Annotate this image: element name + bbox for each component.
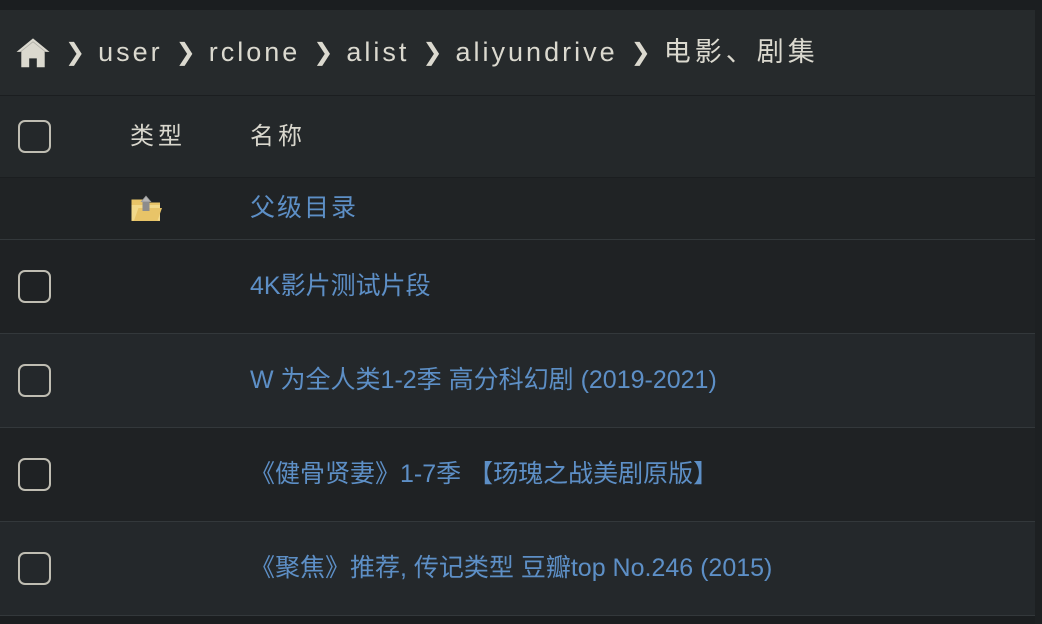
- table-header-row: 类型 名称: [0, 96, 1042, 178]
- folder-up-icon[interactable]: [130, 194, 162, 224]
- breadcrumb-separator-3: ❯: [422, 38, 443, 66]
- breadcrumb-separator-4: ❯: [630, 38, 651, 66]
- select-all-cell: [0, 120, 130, 153]
- row-check-cell: [0, 270, 130, 303]
- column-header-name: 名称: [250, 122, 306, 150]
- parent-row-type-cell: [130, 194, 250, 224]
- vertical-scrollbar[interactable]: [1035, 10, 1042, 624]
- row-checkbox[interactable]: [18, 458, 51, 491]
- row-checkbox[interactable]: [18, 364, 51, 397]
- row-check-cell: [0, 552, 130, 585]
- row-name-cell: 4K影片测试片段: [250, 272, 1036, 301]
- row-checkbox[interactable]: [18, 270, 51, 303]
- breadcrumb-item-rclone[interactable]: rclone: [207, 39, 303, 66]
- parent-directory-link[interactable]: 父级目录: [250, 194, 358, 223]
- table-row[interactable]: W 为全人类1-2季 高分科幻剧 (2019-2021): [0, 334, 1042, 428]
- row-name-cell: W 为全人类1-2季 高分科幻剧 (2019-2021): [250, 366, 1036, 395]
- file-name-link[interactable]: 《健骨贤妻》1-7季 【玚瑰之战美剧原版】: [250, 460, 718, 489]
- type-header-cell: 类型: [130, 122, 250, 150]
- breadcrumb: ❯ user ❯ rclone ❯ alist ❯ aliyundrive ❯ …: [0, 10, 1042, 96]
- top-strip: [0, 0, 1042, 10]
- table-row[interactable]: 《聚焦》推荐, 传记类型 豆瓣top No.246 (2015): [0, 522, 1042, 616]
- row-checkbox[interactable]: [18, 552, 51, 585]
- file-name-link[interactable]: 4K影片测试片段: [250, 272, 431, 301]
- parent-directory-row[interactable]: 父级目录: [0, 178, 1042, 240]
- column-header-type: 类型: [130, 122, 186, 150]
- file-browser-page: ❯ user ❯ rclone ❯ alist ❯ aliyundrive ❯ …: [0, 0, 1042, 624]
- table-row[interactable]: 《健骨贤妻》1-7季 【玚瑰之战美剧原版】: [0, 428, 1042, 522]
- row-name-cell: 《聚焦》推荐, 传记类型 豆瓣top No.246 (2015): [250, 554, 1036, 583]
- breadcrumb-separator-1: ❯: [175, 38, 196, 66]
- table-row[interactable]: 4K影片测试片段: [0, 240, 1042, 334]
- home-icon[interactable]: [14, 34, 52, 72]
- file-name-link[interactable]: 《聚焦》推荐, 传记类型 豆瓣top No.246 (2015): [250, 554, 772, 583]
- row-check-cell: [0, 458, 130, 491]
- select-all-checkbox[interactable]: [18, 120, 51, 153]
- breadcrumb-item-user[interactable]: user: [96, 39, 165, 66]
- breadcrumb-item-alist[interactable]: alist: [344, 39, 411, 66]
- row-check-cell: [0, 364, 130, 397]
- breadcrumb-item-aliyundrive[interactable]: aliyundrive: [454, 39, 620, 66]
- file-list-table: 类型 名称 父级目录 4K影片测试片段 W 为全人类1-2季 高分科幻剧 (20…: [0, 96, 1042, 616]
- parent-row-name-cell: 父级目录: [250, 194, 1036, 223]
- file-name-link[interactable]: W 为全人类1-2季 高分科幻剧 (2019-2021): [250, 366, 717, 395]
- breadcrumb-separator-0: ❯: [65, 38, 86, 66]
- row-name-cell: 《健骨贤妻》1-7季 【玚瑰之战美剧原版】: [250, 460, 1036, 489]
- breadcrumb-separator-2: ❯: [313, 38, 334, 66]
- breadcrumb-item-current[interactable]: 电影、剧集: [662, 39, 821, 66]
- name-header-cell: 名称: [250, 122, 1036, 150]
